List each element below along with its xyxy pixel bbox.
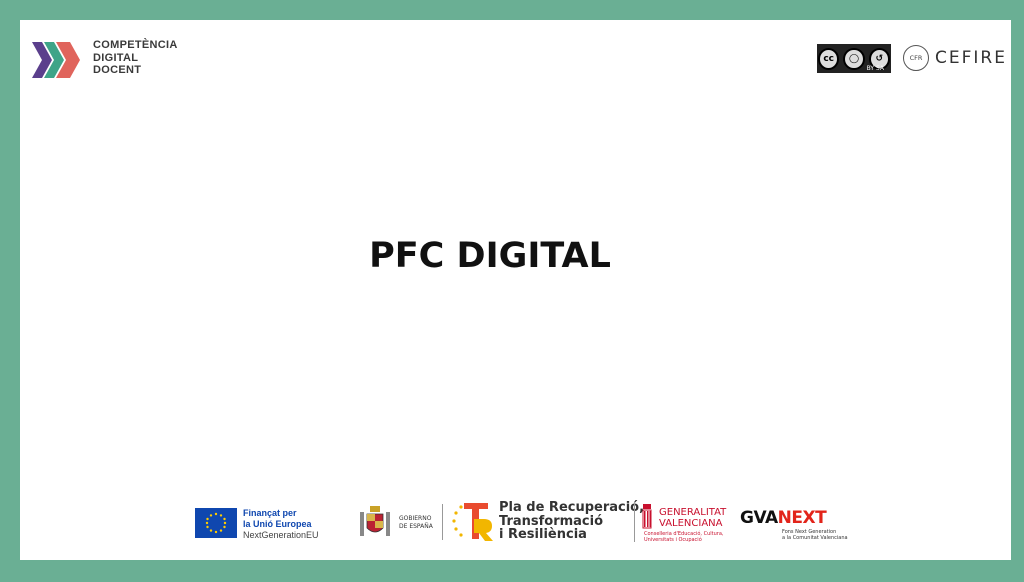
prtr-line1: Pla de Recuperació, bbox=[499, 500, 645, 515]
gvanext-gva: GVA bbox=[740, 508, 778, 528]
cefire-logo: CFR CEFIRE bbox=[903, 45, 1007, 71]
gobierno-line2: DE ESPAÑA bbox=[399, 523, 433, 530]
eu-line3: NextGenerationEU bbox=[243, 530, 319, 540]
cc-by-sa-badge: cc ◯ ↺ BY SA bbox=[817, 44, 891, 73]
logo-line: DIGITAL bbox=[93, 51, 139, 64]
logo-text: COMPETÈNCIA DIGITAL DOCENT bbox=[93, 39, 178, 77]
by-icon: ◯ bbox=[843, 47, 865, 70]
generalitat-text: GENERALITAT VALENCIANA bbox=[659, 507, 726, 529]
eu-funding-text: Finançat per la Unió Europea NextGenerat… bbox=[243, 508, 319, 541]
gvanext-subtext: Fons Next Generation a la Comunitat Vale… bbox=[782, 529, 848, 541]
gv-line1: GENERALITAT bbox=[659, 507, 727, 518]
cc-icon: cc bbox=[818, 47, 840, 70]
logo-line: DOCENT bbox=[93, 64, 142, 76]
gobierno-line1: GOBIERNO bbox=[399, 515, 432, 522]
prtr-text: Pla de Recuperació, Transformació i Resi… bbox=[499, 501, 644, 542]
gv-line2: VALENCIANA bbox=[659, 518, 723, 529]
logo-line: COMPETÈNCIA bbox=[93, 39, 178, 51]
spain-crest-icon bbox=[360, 506, 390, 536]
generalitat-subtext: Conselleria d'Educació, Cultura, Univers… bbox=[644, 531, 723, 543]
cefire-name: CEFIRE bbox=[935, 48, 1007, 68]
gvanext-next: NEXT bbox=[777, 508, 827, 528]
eu-flag-icon bbox=[195, 508, 237, 538]
cc-sub-label: BY SA bbox=[866, 65, 884, 72]
prtr-logo-icon bbox=[452, 503, 493, 541]
eu-line1: Finançat per bbox=[243, 508, 297, 518]
divider bbox=[634, 504, 635, 542]
prtr-line3: i Resiliència bbox=[499, 527, 587, 542]
prtr-line2: Transformació bbox=[499, 513, 604, 529]
gvanext-logo: GVANEXT bbox=[740, 508, 827, 528]
cfr-badge: CFR bbox=[903, 45, 929, 71]
slide: COMPETÈNCIA DIGITAL DOCENT cc ◯ ↺ BY SA … bbox=[20, 20, 1011, 560]
gobierno-text: GOBIERNO DE ESPAÑA bbox=[399, 515, 433, 531]
divider bbox=[442, 504, 443, 540]
gvanext-sub2: a la Comunitat Valenciana bbox=[782, 535, 848, 541]
gv-sub2: Universitats i Ocupació bbox=[644, 537, 702, 543]
slide-title: PFC DIGITAL bbox=[369, 236, 611, 276]
eu-line2: la Unió Europea bbox=[243, 519, 312, 529]
